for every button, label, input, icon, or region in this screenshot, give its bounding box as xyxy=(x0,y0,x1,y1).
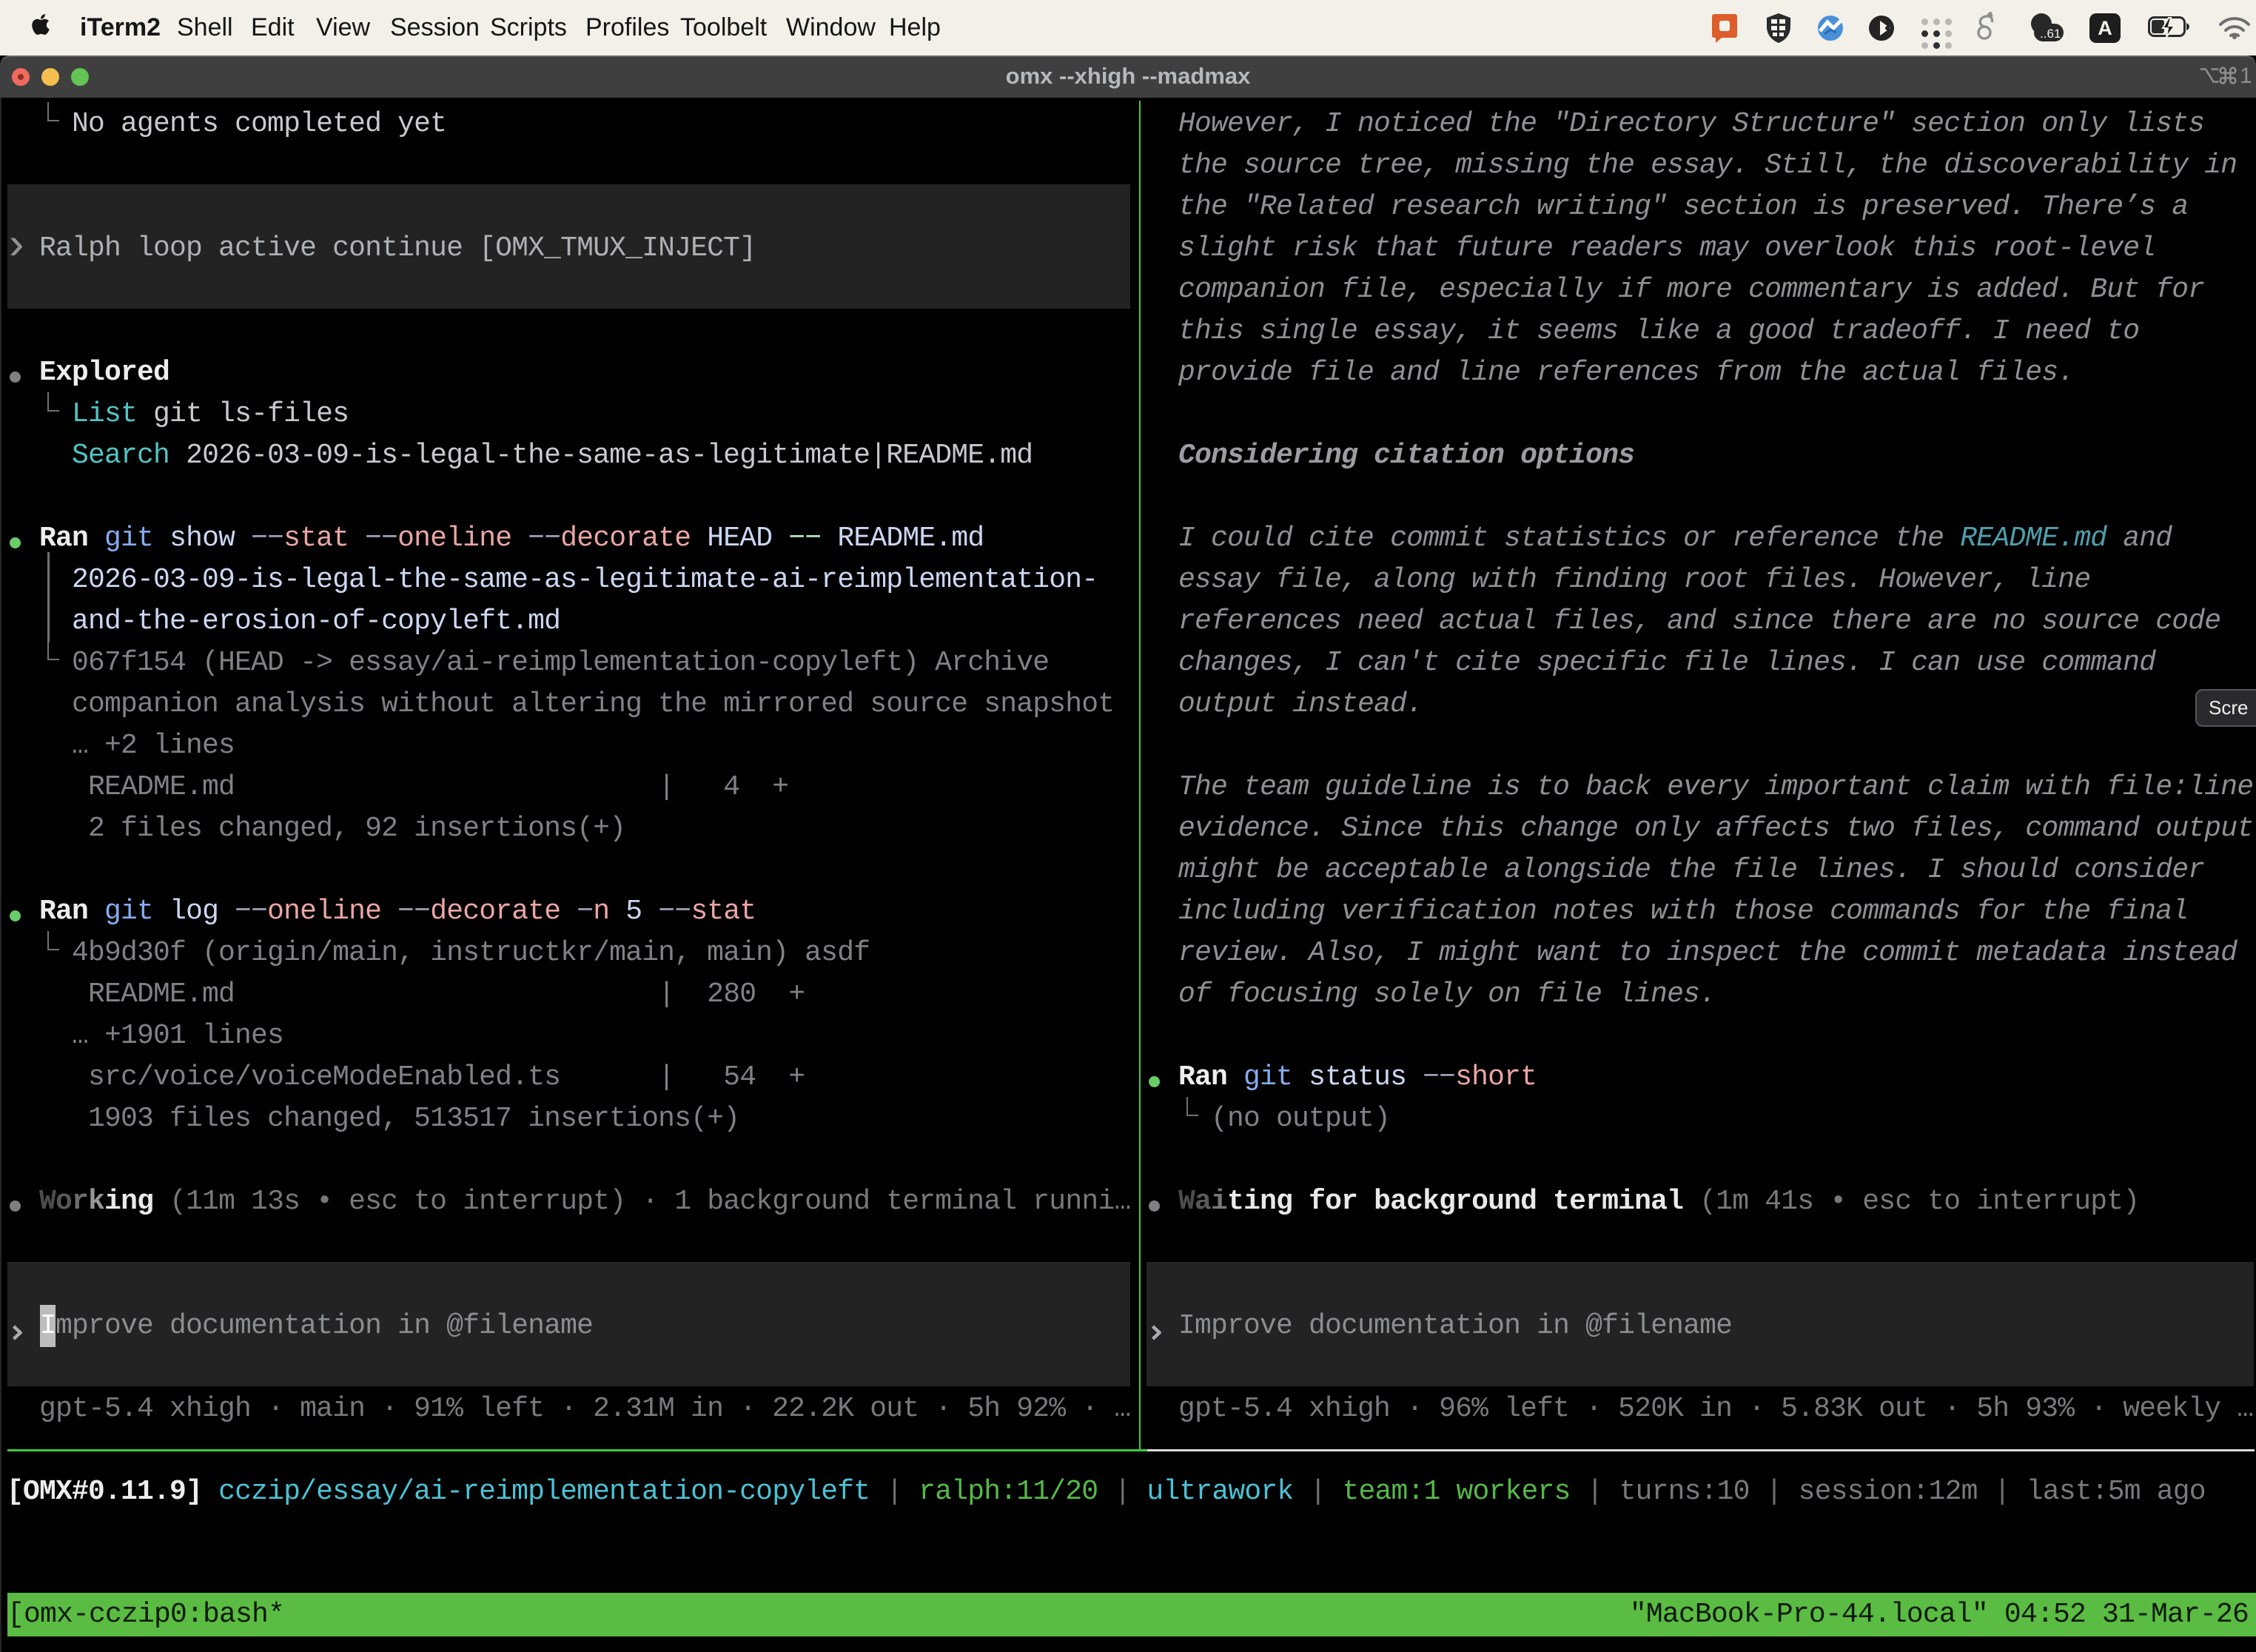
svg-text:..61: ..61 xyxy=(2040,27,2061,41)
